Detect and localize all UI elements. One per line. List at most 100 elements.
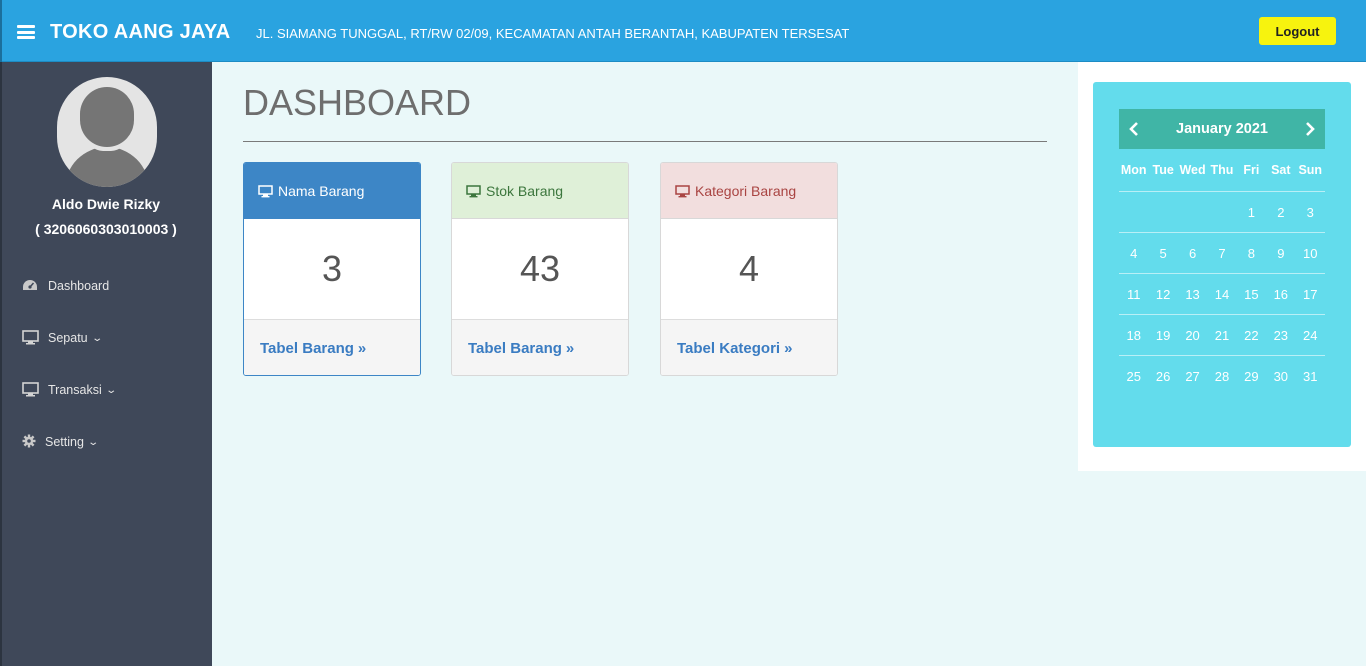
card-header: Kategori Barang bbox=[661, 163, 837, 219]
calendar-day[interactable]: 27 bbox=[1178, 356, 1207, 396]
sidebar-item-label: Transaksi bbox=[48, 383, 102, 397]
calendar-day[interactable]: 29 bbox=[1237, 356, 1266, 396]
navbar-edge bbox=[0, 0, 2, 62]
calendar-weekday-row: Mon Tue Wed Thu Fri Sat Sun bbox=[1119, 159, 1325, 191]
calendar-day[interactable]: 11 bbox=[1119, 274, 1148, 314]
calendar-header: January 2021 bbox=[1119, 109, 1325, 149]
monitor-icon bbox=[258, 184, 273, 197]
calendar-day[interactable]: 30 bbox=[1266, 356, 1295, 396]
calendar-day[interactable]: 3 bbox=[1296, 192, 1325, 232]
top-navbar: TOKO AANG JAYA JL. SIAMANG TUNGGAL, RT/R… bbox=[0, 0, 1366, 62]
calendar-empty-cell bbox=[1148, 192, 1177, 232]
dashboard-icon bbox=[22, 278, 40, 294]
calendar-day[interactable]: 13 bbox=[1178, 274, 1207, 314]
calendar-day[interactable]: 22 bbox=[1237, 315, 1266, 355]
calendar-day[interactable]: 17 bbox=[1296, 274, 1325, 314]
chevron-down-icon: ⌄ bbox=[90, 332, 103, 344]
card-header: Nama Barang bbox=[244, 163, 420, 219]
calendar-weekday-wed: Wed bbox=[1179, 163, 1206, 177]
calendar-day[interactable]: 6 bbox=[1178, 233, 1207, 273]
calendar-week-row: 11 12 13 14 15 16 17 bbox=[1119, 273, 1325, 314]
sidebar-item-sepatu[interactable]: Sepatu ⌄ bbox=[22, 327, 103, 349]
calendar-day[interactable]: 8 bbox=[1237, 233, 1266, 273]
calendar-day[interactable]: 5 bbox=[1148, 233, 1177, 273]
avatar bbox=[57, 77, 157, 187]
brand-title[interactable]: TOKO AANG JAYA bbox=[50, 21, 231, 44]
monitor-icon bbox=[466, 184, 481, 197]
double-chevron-right-icon: » bbox=[565, 340, 575, 357]
card-stok-barang: Stok Barang 43 Tabel Barang » bbox=[451, 162, 629, 376]
chevron-down-icon: ⌄ bbox=[105, 384, 117, 396]
double-chevron-right-icon: » bbox=[357, 340, 367, 357]
calendar-week-row: 25 26 27 28 29 30 31 bbox=[1119, 355, 1325, 396]
calendar-day[interactable]: 31 bbox=[1296, 356, 1325, 396]
card-title: Stok Barang bbox=[486, 182, 564, 199]
monitor-icon bbox=[22, 382, 40, 398]
calendar-day[interactable]: 9 bbox=[1266, 233, 1295, 273]
card-nama-barang: Nama Barang 3 Tabel Barang » bbox=[243, 162, 421, 376]
calendar-empty-cell bbox=[1119, 192, 1148, 232]
calendar-weekday-sat: Sat bbox=[1271, 163, 1291, 177]
calendar-day[interactable]: 4 bbox=[1119, 233, 1148, 273]
calendar-widget: January 2021 Mon Tue Wed Thu Fri Sat Sun 12345… bbox=[1093, 82, 1351, 447]
card-title: Kategori Barang bbox=[695, 182, 797, 199]
calendar-day[interactable]: 7 bbox=[1207, 233, 1236, 273]
calendar-prev-icon[interactable] bbox=[1119, 109, 1149, 149]
calendar-day[interactable]: 16 bbox=[1266, 274, 1295, 314]
calendar-weekday-sun: Sun bbox=[1298, 163, 1323, 177]
calendar-empty-cell bbox=[1207, 192, 1236, 232]
card-link-label: Tabel Barang bbox=[468, 340, 562, 357]
card-link[interactable]: Tabel Kategori » bbox=[661, 319, 837, 375]
double-chevron-right-icon: » bbox=[784, 340, 793, 357]
calendar-day[interactable]: 25 bbox=[1119, 356, 1148, 396]
menu-toggle-icon[interactable] bbox=[17, 25, 35, 39]
calendar-day[interactable]: 10 bbox=[1296, 233, 1325, 273]
card-value: 4 bbox=[738, 248, 760, 289]
store-address: JL. SIAMANG TUNGGAL, RT/RW 02/09, KECAMA… bbox=[256, 26, 850, 41]
calendar-day[interactable]: 20 bbox=[1178, 315, 1207, 355]
calendar-day[interactable]: 18 bbox=[1119, 315, 1148, 355]
card-value: 43 bbox=[519, 248, 561, 289]
sidebar-item-label: Dashboard bbox=[48, 279, 110, 293]
calendar-next-icon[interactable] bbox=[1295, 109, 1325, 149]
calendar-empty-cell bbox=[1178, 192, 1207, 232]
card-link-label: Tabel Barang bbox=[260, 340, 354, 357]
calendar-day[interactable]: 21 bbox=[1207, 315, 1236, 355]
logout-button[interactable]: Logout bbox=[1259, 17, 1336, 45]
card-kategori-barang: Kategori Barang 4 Tabel Kategori » bbox=[660, 162, 838, 376]
calendar-day[interactable]: 28 bbox=[1207, 356, 1236, 396]
sidebar-item-label: Setting bbox=[45, 435, 84, 449]
calendar-day[interactable]: 14 bbox=[1207, 274, 1236, 314]
calendar-day[interactable]: 2 bbox=[1266, 192, 1295, 232]
sidebar-item-dashboard[interactable]: Dashboard bbox=[22, 275, 109, 297]
calendar-day[interactable]: 19 bbox=[1148, 315, 1177, 355]
card-link[interactable]: Tabel Barang » bbox=[452, 319, 628, 375]
calendar-day[interactable]: 12 bbox=[1148, 274, 1177, 314]
calendar-day[interactable]: 1 bbox=[1237, 192, 1266, 232]
card-header: Stok Barang bbox=[452, 163, 628, 219]
sidebar-item-setting[interactable]: Setting ⌄ bbox=[22, 431, 99, 453]
calendar-month-label: January 2021 bbox=[1176, 121, 1268, 137]
sidebar: Aldo Dwie Rizky ( 3206060303010003 ) Das… bbox=[0, 62, 212, 666]
card-link[interactable]: Tabel Barang » bbox=[244, 319, 420, 375]
sidebar-item-transaksi[interactable]: Transaksi ⌄ bbox=[22, 379, 117, 401]
calendar-grid: Mon Tue Wed Thu Fri Sat Sun 1 2 3 4 5 6 7 8 9 10 11 12 13 1… bbox=[1119, 159, 1325, 396]
monitor-icon bbox=[675, 184, 690, 197]
page-title: DASHBOARD bbox=[243, 82, 472, 123]
calendar-day[interactable]: 24 bbox=[1296, 315, 1325, 355]
card-title: Nama Barang bbox=[278, 182, 365, 199]
calendar-day[interactable]: 23 bbox=[1266, 315, 1295, 355]
user-id: ( 3206060303010003 ) bbox=[35, 221, 177, 237]
calendar-week-row: 123 bbox=[1119, 191, 1325, 232]
calendar-weekday-mon: Mon bbox=[1120, 163, 1147, 177]
calendar-day[interactable]: 15 bbox=[1237, 274, 1266, 314]
title-divider bbox=[243, 141, 1047, 142]
user-name: Aldo Dwie Rizky bbox=[51, 196, 161, 212]
calendar-weekday-tue: Tue bbox=[1152, 163, 1174, 177]
calendar-week-row: 4 5 6 7 8 9 10 bbox=[1119, 232, 1325, 273]
card-value: 3 bbox=[321, 248, 343, 289]
monitor-icon bbox=[22, 330, 40, 346]
calendar-day[interactable]: 26 bbox=[1148, 356, 1177, 396]
card-link-label: Tabel Kategori bbox=[677, 340, 781, 357]
chevron-down-icon: ⌄ bbox=[87, 436, 99, 448]
